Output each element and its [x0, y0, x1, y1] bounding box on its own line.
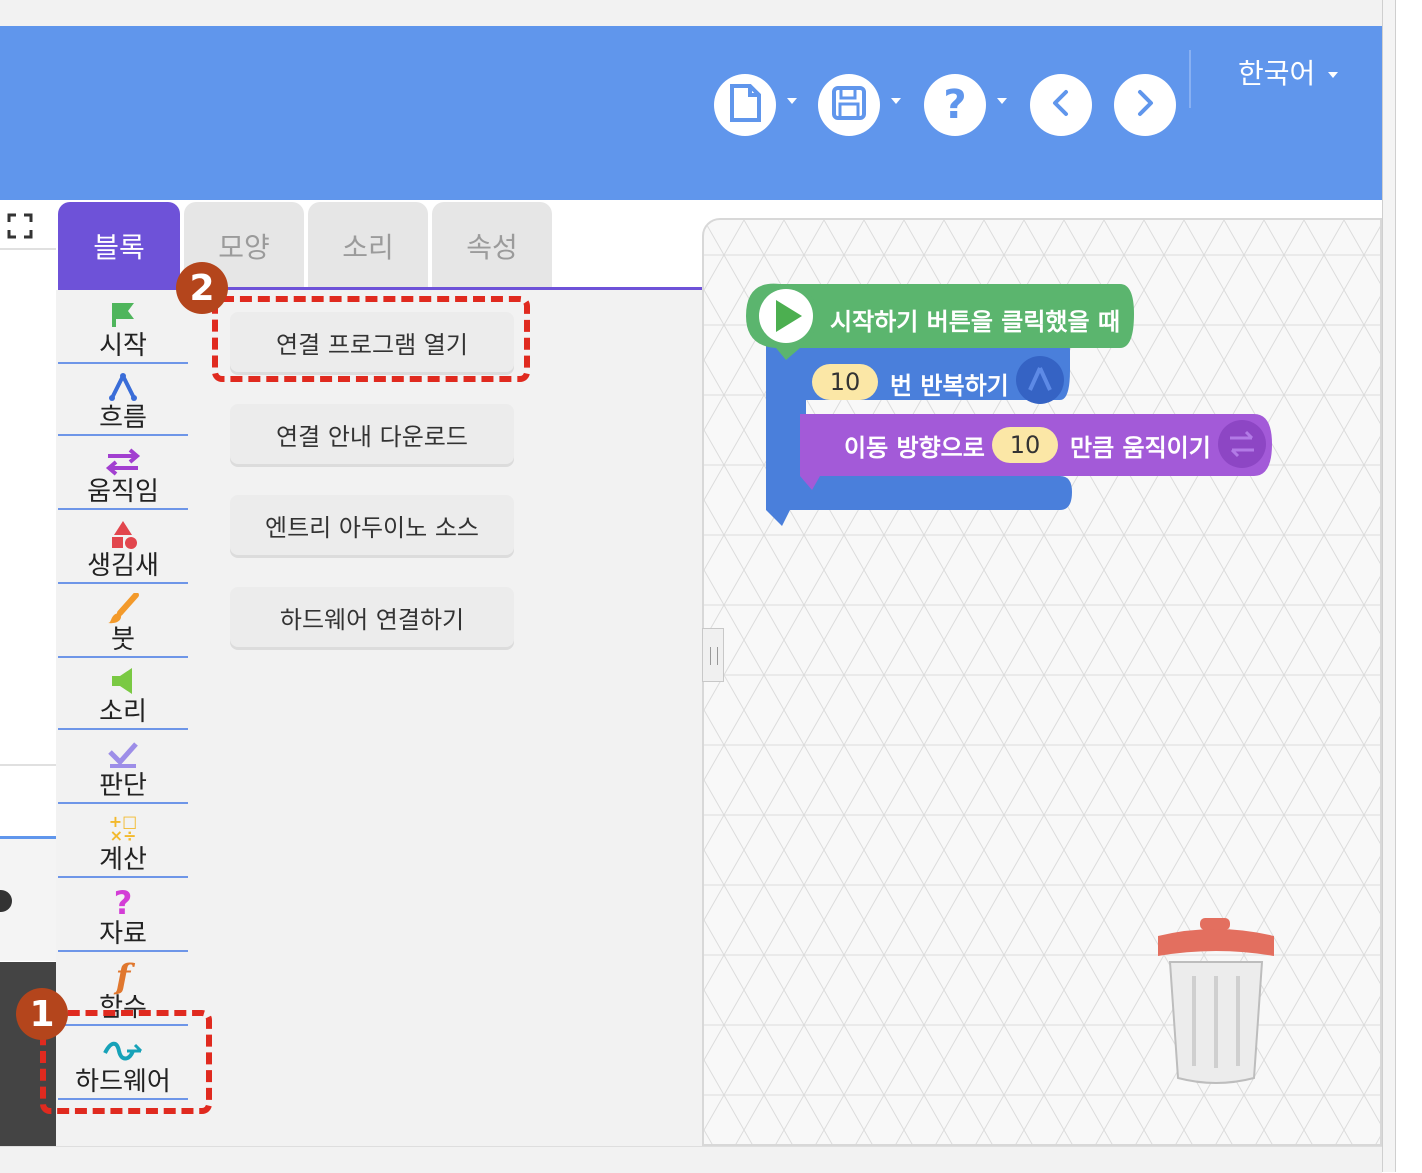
start-block-label: 시작하기 버튼을 클릭했을 때 [830, 308, 1121, 336]
function-icon: f [115, 957, 131, 997]
trash-icon[interactable] [1150, 916, 1282, 1088]
tab-label: 소리 [342, 231, 394, 264]
panel-resize-handle[interactable] [702, 628, 724, 682]
repeat-count-input[interactable]: 10 [812, 364, 878, 400]
menu-label: 연결 안내 다운로드 [276, 422, 468, 451]
category-label: 자료 [99, 919, 147, 949]
repeat-block-label: 번 반복하기 [890, 372, 1009, 400]
save-caret[interactable] [891, 98, 901, 104]
help-icon: ? [943, 82, 967, 128]
flow-block-icon-bg [1016, 356, 1064, 404]
category-start[interactable]: 시작 [58, 292, 188, 364]
calc-icon: +□ ×÷ [109, 812, 138, 846]
move-block-label-before: 이동 방향으로 [844, 434, 985, 462]
shapes-icon [106, 518, 140, 552]
menu-label: 하드웨어 연결하기 [279, 605, 465, 634]
language-label: 한국어 [1238, 57, 1316, 90]
help-caret[interactable] [997, 98, 1007, 104]
language-selector[interactable]: 한국어 [1238, 52, 1339, 92]
tab-label: 속성 [466, 231, 518, 264]
save-button[interactable] [818, 74, 880, 136]
category-flow[interactable]: 흐름 [58, 364, 188, 436]
move-count-input[interactable]: 10 [992, 427, 1058, 463]
category-label: 흐름 [99, 403, 147, 433]
redo-icon [1133, 89, 1157, 121]
bottom-strip [0, 1146, 1382, 1173]
fullscreen-icon[interactable] [6, 212, 34, 244]
badge-number: 1 [29, 993, 55, 1035]
tab-sound[interactable]: 소리 [308, 202, 428, 290]
tab-properties[interactable]: 속성 [432, 202, 552, 290]
highlight-open-program [212, 296, 530, 382]
calc-symbols-bottom: ×÷ [109, 826, 137, 845]
stage-divider [0, 764, 56, 766]
category-judgement[interactable]: 판단 [58, 732, 188, 804]
brush-icon [106, 592, 140, 626]
new-file-icon [728, 84, 762, 126]
download-connection-guide-button[interactable]: 연결 안내 다운로드 [230, 404, 514, 464]
undo-button[interactable] [1030, 74, 1092, 136]
check-icon [106, 738, 140, 772]
scrollbar[interactable] [1382, 0, 1396, 1172]
chevron-down-icon [1328, 72, 1339, 78]
category-data[interactable]: ? 자료 [58, 880, 188, 952]
repeat-count-value: 10 [829, 368, 861, 396]
category-movement[interactable]: 움직임 [58, 438, 188, 510]
category-label: 시작 [99, 331, 147, 361]
redo-button[interactable] [1114, 74, 1176, 136]
save-icon [831, 85, 867, 125]
highlight-hardware [40, 1010, 212, 1114]
move-block-icon-bg [1218, 420, 1266, 468]
category-calc[interactable]: +□ ×÷ 계산 [58, 806, 188, 878]
undo-icon [1049, 89, 1073, 121]
category-sound[interactable]: 소리 [58, 658, 188, 730]
new-file-button[interactable] [714, 74, 776, 136]
header-divider [1189, 50, 1191, 108]
tab-blocks[interactable]: 블록 [58, 202, 180, 290]
question-icon: ? [113, 884, 133, 922]
entry-arduino-source-button[interactable]: 엔트리 아두이노 소스 [230, 495, 514, 555]
category-label: 소리 [99, 697, 147, 727]
tab-label: 모양 [218, 231, 270, 264]
menu-label: 엔트리 아두이노 소스 [265, 513, 479, 542]
header-bar: ? 한국어 [0, 26, 1382, 200]
badge-number: 2 [189, 267, 215, 309]
flag-icon [108, 298, 138, 332]
step-badge-1: 1 [16, 988, 68, 1040]
speaker-icon [108, 664, 138, 698]
tab-label: 블록 [93, 231, 145, 264]
top-strip [0, 0, 1382, 26]
category-label: 붓 [111, 625, 135, 655]
step-badge-2: 2 [176, 262, 228, 314]
move-block-label-after: 만큼 움직이기 [1070, 434, 1211, 462]
new-file-caret[interactable] [787, 98, 797, 104]
category-label: 생김새 [87, 551, 159, 581]
category-looks[interactable]: 생김새 [58, 512, 188, 584]
grip-icon [710, 647, 718, 665]
flow-icon [108, 370, 138, 404]
move-count-value: 10 [1009, 431, 1041, 459]
connect-hardware-button[interactable]: 하드웨어 연결하기 [230, 587, 514, 647]
category-label: 판단 [99, 771, 147, 801]
move-arrows-icon [104, 444, 142, 478]
category-label: 계산 [99, 845, 147, 875]
category-brush[interactable]: 붓 [58, 586, 188, 658]
stage-divider [0, 248, 56, 250]
category-label: 움직임 [87, 477, 159, 507]
help-button[interactable]: ? [924, 74, 986, 136]
